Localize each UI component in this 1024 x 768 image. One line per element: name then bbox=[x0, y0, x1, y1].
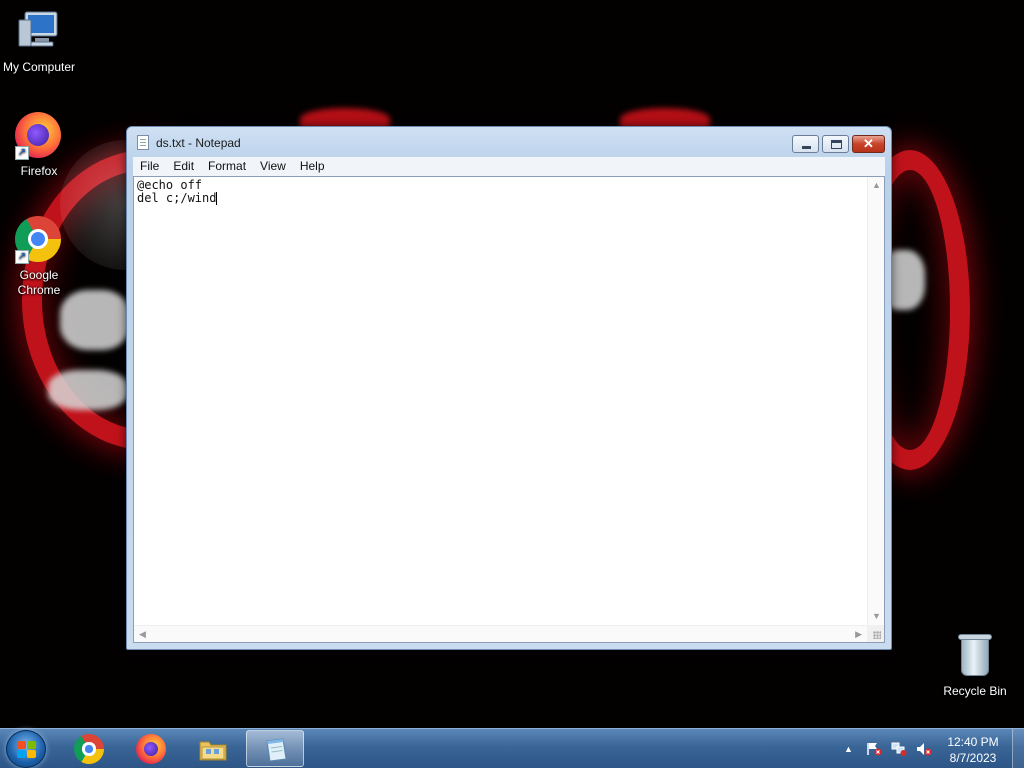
notepad-icon bbox=[261, 735, 291, 765]
menu-edit[interactable]: Edit bbox=[166, 157, 201, 176]
show-hidden-icons-chevron[interactable]: ▲ bbox=[844, 742, 860, 756]
taskbar-chrome-button[interactable] bbox=[60, 730, 118, 767]
minimize-button[interactable] bbox=[792, 135, 819, 153]
recycle-bin-icon bbox=[951, 632, 999, 680]
title-bar[interactable]: ds.txt - Notepad ✕ bbox=[127, 127, 891, 157]
scroll-up-icon[interactable]: ▲ bbox=[872, 181, 881, 190]
horizontal-scrollbar[interactable]: ◀ ▶ bbox=[134, 625, 867, 642]
taskbar-explorer-button[interactable] bbox=[184, 730, 242, 767]
menu-format[interactable]: Format bbox=[201, 157, 253, 176]
desktop-icon-my-computer[interactable]: My Computer bbox=[0, 8, 78, 75]
menu-view[interactable]: View bbox=[253, 157, 293, 176]
windows-logo-icon bbox=[17, 741, 37, 759]
minimize-icon bbox=[802, 146, 811, 149]
desktop-icon-recycle-bin[interactable]: Recycle Bin bbox=[936, 632, 1014, 699]
window-title: ds.txt - Notepad bbox=[156, 136, 241, 150]
clock-date: 8/7/2023 bbox=[949, 751, 997, 765]
close-icon: ✕ bbox=[863, 136, 874, 151]
notepad-window[interactable]: ds.txt - Notepad ✕ File Edit Format View… bbox=[126, 126, 892, 650]
chrome-icon bbox=[74, 734, 104, 764]
action-center-flag-icon[interactable] bbox=[866, 742, 882, 756]
window-controls: ✕ bbox=[789, 135, 885, 153]
desktop-icon-label: Google Chrome bbox=[17, 268, 61, 297]
firefox-icon bbox=[136, 734, 166, 764]
vertical-scrollbar[interactable]: ▲ ▼ bbox=[867, 177, 884, 625]
wallpaper-shape bbox=[60, 290, 130, 350]
taskbar-notepad-button[interactable] bbox=[246, 730, 304, 767]
text-caret bbox=[216, 192, 218, 205]
text-editor[interactable]: @echo off del c;/wind ▲ ▼ ◀ ▶ bbox=[133, 176, 885, 643]
text-line: @echo off bbox=[137, 178, 203, 192]
scroll-left-icon[interactable]: ◀ bbox=[139, 630, 146, 639]
resize-grip-icon[interactable] bbox=[867, 625, 884, 642]
chrome-icon: ↗ bbox=[15, 216, 63, 264]
maximize-icon bbox=[831, 140, 842, 149]
scroll-down-icon[interactable]: ▼ bbox=[872, 612, 881, 621]
scroll-right-icon[interactable]: ▶ bbox=[855, 630, 862, 639]
maximize-button[interactable] bbox=[822, 135, 849, 153]
desktop-icon-label: My Computer bbox=[2, 60, 76, 74]
desktop-icon-label: Firefox bbox=[20, 164, 58, 178]
network-icon[interactable] bbox=[891, 742, 907, 756]
desktop-icon-google-chrome[interactable]: ↗ Google Chrome bbox=[0, 216, 78, 298]
text-line-current: del c;/wind bbox=[137, 192, 867, 205]
menu-bar: File Edit Format View Help bbox=[133, 157, 885, 176]
taskbar-firefox-button[interactable] bbox=[122, 730, 180, 767]
wallpaper-shape bbox=[48, 370, 128, 410]
close-button[interactable]: ✕ bbox=[852, 135, 885, 153]
menu-file[interactable]: File bbox=[133, 157, 166, 176]
shortcut-arrow-icon: ↗ bbox=[15, 250, 29, 264]
notepad-icon[interactable] bbox=[137, 135, 149, 150]
taskbar: ▲ 12:40 PM 8/7/2023 bbox=[0, 728, 1024, 768]
folder-icon bbox=[198, 734, 228, 764]
menu-help[interactable]: Help bbox=[293, 157, 332, 176]
shortcut-arrow-icon: ↗ bbox=[15, 146, 29, 160]
start-button[interactable] bbox=[6, 730, 46, 768]
show-desktop-button[interactable] bbox=[1012, 729, 1024, 768]
desktop-icon-label: Recycle Bin bbox=[943, 684, 1007, 698]
text-content[interactable]: @echo off del c;/wind bbox=[137, 179, 867, 624]
text-line: del c;/wind bbox=[137, 191, 217, 205]
system-clock[interactable]: 12:40 PM 8/7/2023 bbox=[930, 734, 1016, 766]
clock-time: 12:40 PM bbox=[947, 735, 999, 749]
computer-icon bbox=[15, 8, 63, 56]
desktop-icon-firefox[interactable]: ↗ Firefox bbox=[0, 112, 78, 179]
firefox-icon: ↗ bbox=[15, 112, 63, 160]
